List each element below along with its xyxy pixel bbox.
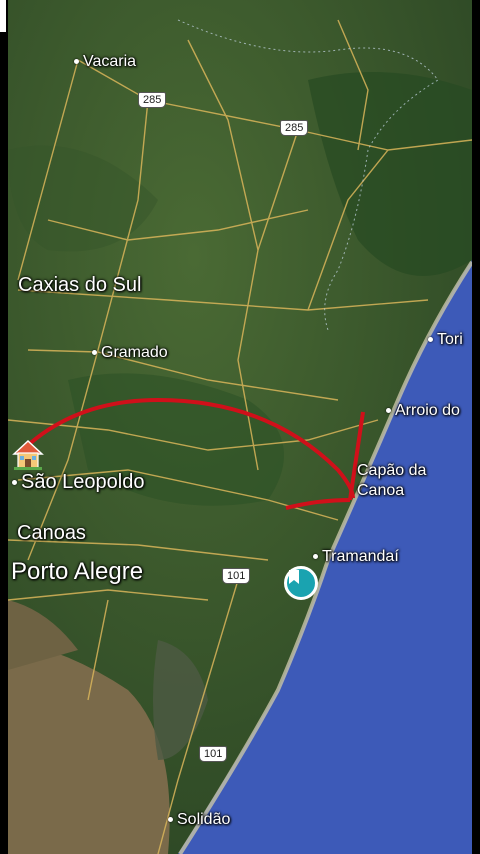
place-torres[interactable]: Tori bbox=[428, 331, 463, 349]
place-vacaria[interactable]: Vacaria bbox=[74, 53, 136, 71]
place-canoas[interactable]: Canoas bbox=[17, 522, 86, 545]
place-arroio[interactable]: Arroio do bbox=[386, 402, 460, 420]
place-caxias[interactable]: Caxias do Sul bbox=[18, 274, 141, 297]
route-shield-285: 285 bbox=[138, 92, 167, 108]
place-tramandai[interactable]: Tramandaí bbox=[313, 548, 399, 566]
route-shield-285: 285 bbox=[280, 120, 309, 136]
edge-marker bbox=[0, 0, 6, 32]
place-gramado[interactable]: Gramado bbox=[92, 344, 168, 362]
bookmark-pin-icon[interactable] bbox=[284, 566, 318, 600]
route-shield-101: 101 bbox=[222, 568, 251, 584]
satellite-map[interactable]: Vacaria Caxias do Sul Gramado São Leopol… bbox=[8, 0, 472, 854]
screen: Vacaria Caxias do Sul Gramado São Leopol… bbox=[0, 0, 480, 854]
route-shield-101: 101 bbox=[199, 746, 228, 762]
map-terrain bbox=[8, 0, 472, 854]
place-porto-alegre[interactable]: Porto Alegre bbox=[11, 558, 143, 586]
place-solidao[interactable]: Solidão bbox=[168, 811, 230, 829]
place-sao-leopoldo[interactable]: São Leopoldo bbox=[12, 471, 144, 494]
place-capao-da-canoa[interactable]: Capão da Canoa bbox=[357, 461, 426, 501]
